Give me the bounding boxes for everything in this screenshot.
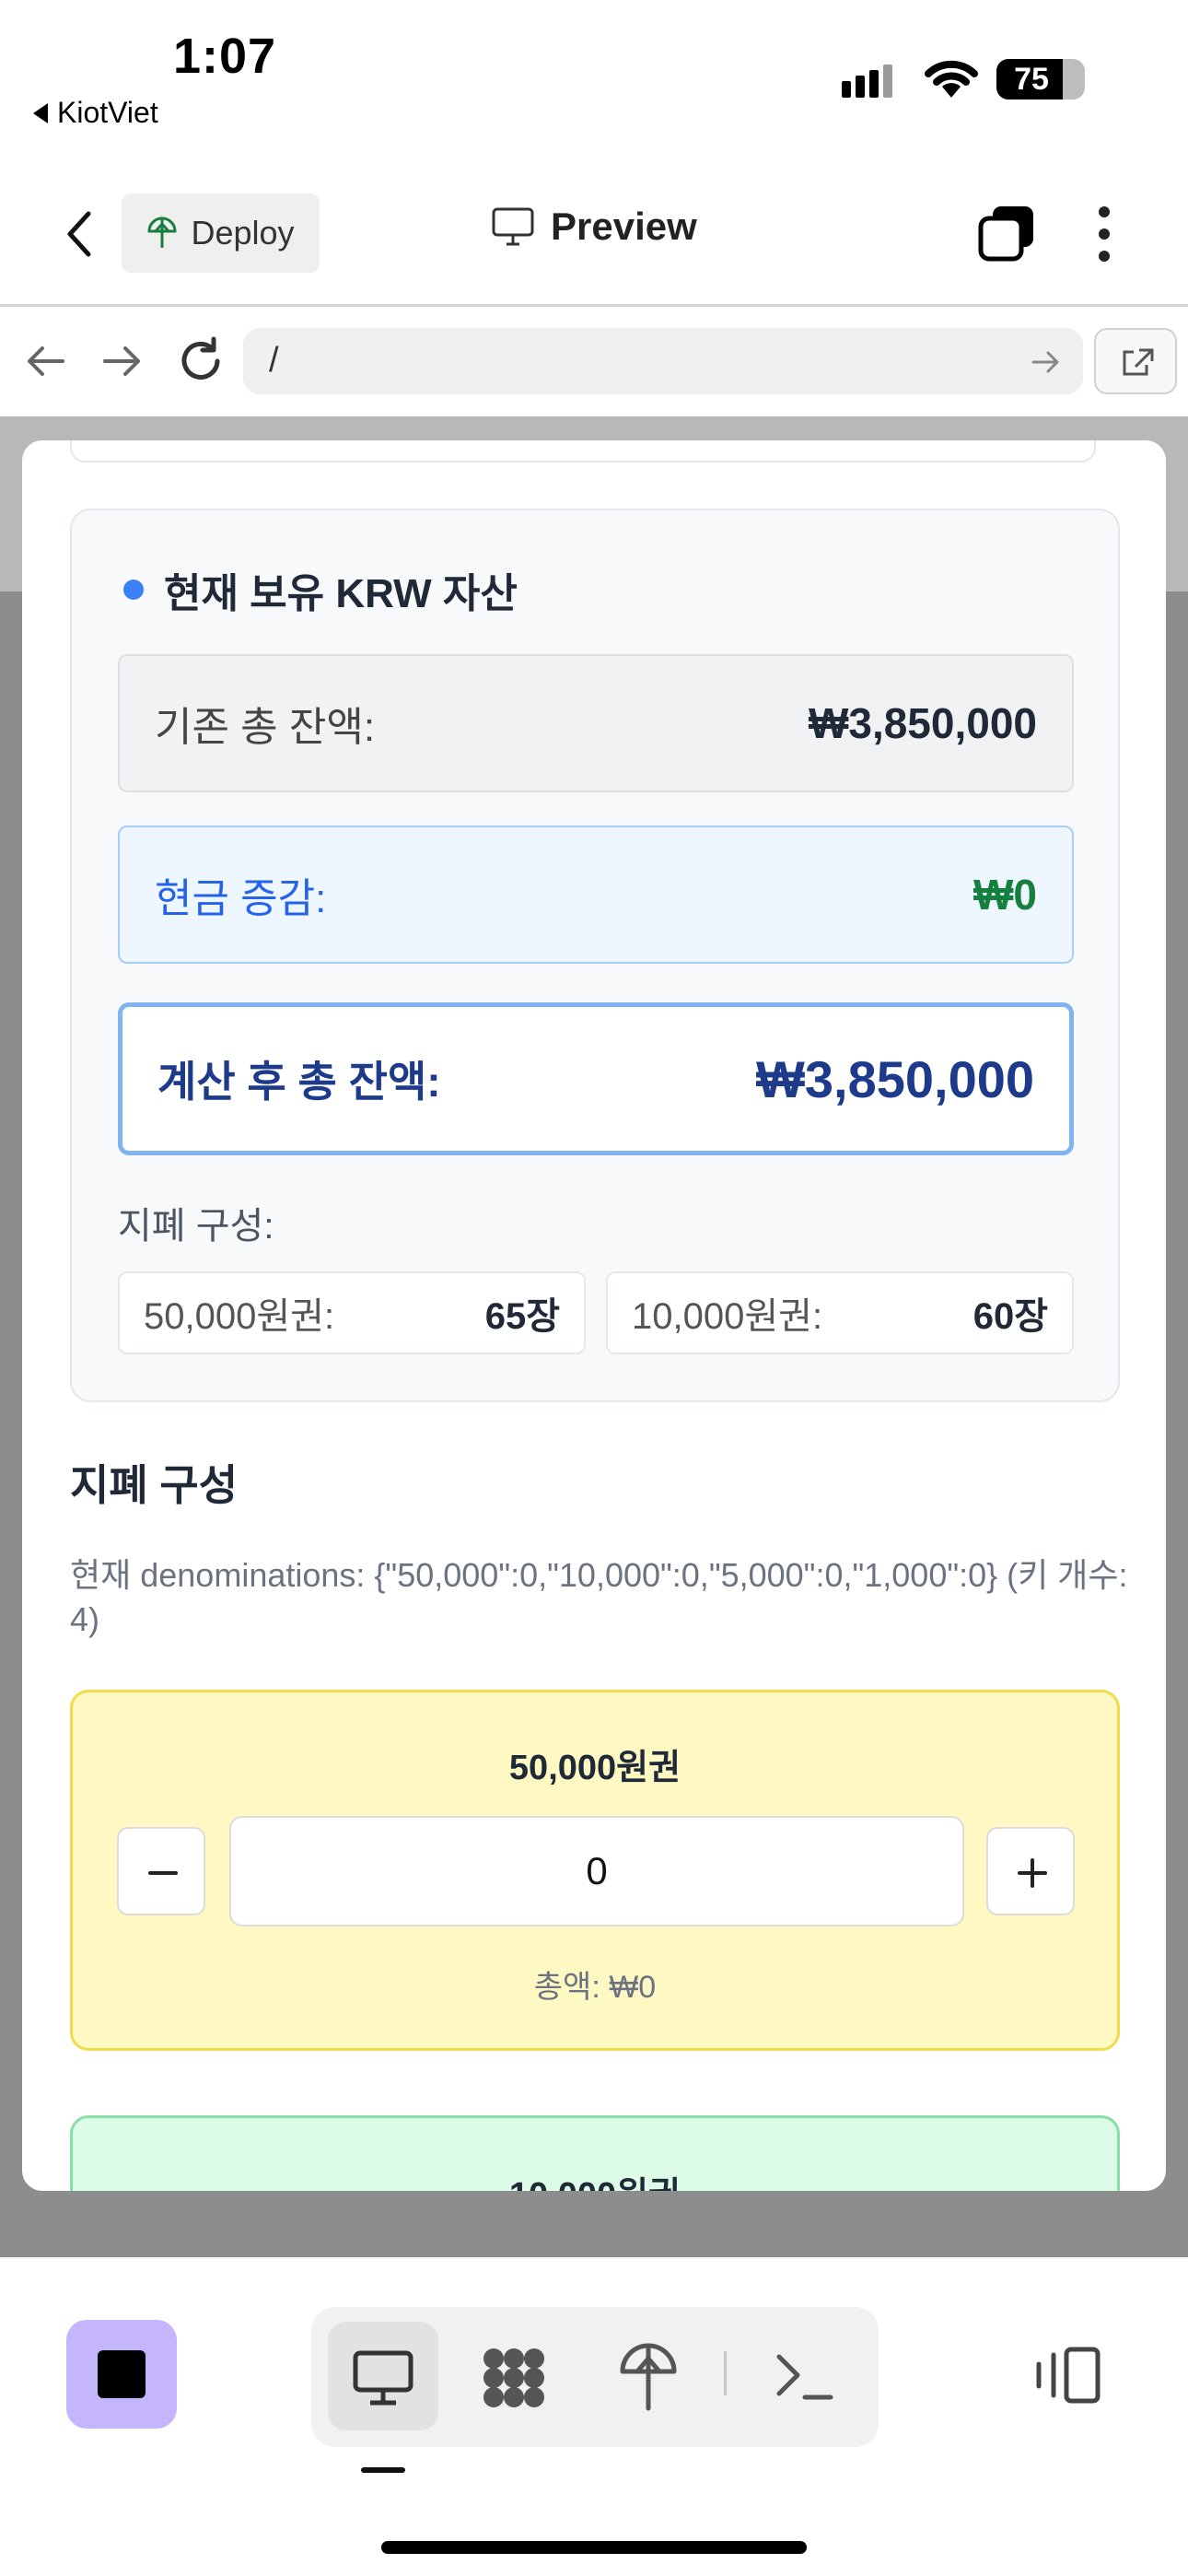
back-to-app-link[interactable]: KiotViet xyxy=(33,96,158,130)
denomination-chip: 50,000원권: 65장 xyxy=(118,1271,586,1354)
stop-button[interactable] xyxy=(66,2320,177,2429)
denominations-label: 지폐 구성: xyxy=(118,1206,274,1247)
wifi-icon xyxy=(925,60,978,98)
battery-tip xyxy=(1072,72,1079,87)
open-external-button[interactable] xyxy=(1094,328,1177,394)
url-input[interactable] xyxy=(243,328,1083,394)
battery-level: 75 xyxy=(1014,62,1049,97)
cash-change-label: 현금 증감: xyxy=(155,876,327,921)
header-divider xyxy=(0,304,1188,307)
denomination-chip: 10,000원권: 60장 xyxy=(606,1271,1074,1354)
modal-dialog[interactable]: 현재 보유 KRW 자산 기존 총 잔액: ₩3,850,000 현금 증감: … xyxy=(22,440,1166,2191)
plus-icon xyxy=(1018,1858,1047,1888)
monitor-icon xyxy=(353,2350,413,2406)
monitor-icon xyxy=(492,207,534,246)
minus-icon xyxy=(148,1871,178,1875)
denomination-name: 10,000원권: xyxy=(632,1296,823,1337)
more-vertical-icon[interactable] xyxy=(1092,206,1116,262)
active-tool-indicator xyxy=(361,2467,405,2473)
total-balance-label: 계산 후 총 잔액: xyxy=(157,1058,441,1106)
workflow-icon[interactable] xyxy=(477,2344,551,2412)
bill-section-title: 지폐 구성 xyxy=(70,1461,239,1509)
reload-icon[interactable] xyxy=(175,335,227,387)
denomination-name: 50,000원권: xyxy=(144,1296,335,1337)
bullet-dot-icon xyxy=(123,580,144,600)
increment-button[interactable] xyxy=(986,1827,1075,1915)
bill-card-10000: 10,000원권 xyxy=(70,2115,1120,2191)
asset-card-title: 현재 보유 KRW 자산 xyxy=(123,560,518,619)
tool-divider xyxy=(724,2351,727,2395)
total-balance-value: ₩3,850,000 xyxy=(756,1049,1034,1108)
previous-card-edge xyxy=(70,440,1096,463)
deploy-button[interactable]: Deploy xyxy=(122,193,320,273)
url-text: / xyxy=(269,341,279,380)
denominations-debug-text: 현재 denominations: {"50,000":0,"10,000":0… xyxy=(70,1556,1128,1638)
asset-title-text: 현재 보유 KRW 자산 xyxy=(164,571,518,616)
bill-total: 총액: ₩0 xyxy=(533,1970,657,2005)
deploy-label: Deploy xyxy=(191,214,295,252)
previous-balance-value: ₩3,850,000 xyxy=(808,699,1037,747)
previous-balance-label: 기존 총 잔액: xyxy=(155,705,376,750)
tool-preview-button[interactable] xyxy=(328,2322,438,2430)
back-app-label: KiotViet xyxy=(57,96,158,129)
total-balance-row: 계산 후 총 잔액: ₩3,850,000 xyxy=(118,1002,1074,1155)
home-indicator xyxy=(381,2541,807,2554)
bill-name: 50,000원권 xyxy=(508,1749,681,1787)
go-arrow-icon[interactable] xyxy=(1030,348,1063,376)
bill-name: 10,000원권 xyxy=(73,2166,1117,2191)
external-link-icon xyxy=(1123,348,1154,376)
arrow-right-icon[interactable] xyxy=(101,343,144,380)
previous-balance-row: 기존 총 잔액: ₩3,850,000 xyxy=(118,654,1074,792)
deploy-icon[interactable] xyxy=(619,2342,678,2412)
preview-label: Preview xyxy=(551,205,697,248)
cash-change-row: 현금 증감: ₩0 xyxy=(118,825,1074,964)
krw-asset-card: 현재 보유 KRW 자산 기존 총 잔액: ₩3,850,000 현금 증감: … xyxy=(70,509,1120,1402)
cash-change-value: ₩0 xyxy=(973,871,1037,919)
denomination-count: 60장 xyxy=(973,1296,1048,1337)
terminal-icon[interactable] xyxy=(774,2348,834,2405)
status-time: 1:07 xyxy=(173,29,277,84)
denomination-count: 65장 xyxy=(484,1296,560,1337)
decrement-button[interactable] xyxy=(117,1827,205,1915)
preview-title: Preview xyxy=(492,205,697,249)
stop-icon xyxy=(98,2350,146,2398)
arrow-left-icon[interactable] xyxy=(24,343,66,380)
tabs-icon[interactable] xyxy=(978,205,1035,262)
quantity-input[interactable]: 0 xyxy=(229,1816,964,1926)
panel-toggle-icon[interactable] xyxy=(1031,2346,1101,2405)
back-triangle-icon xyxy=(33,102,48,123)
deploy-icon xyxy=(147,217,177,248)
cellular-signal-icon xyxy=(842,64,892,98)
back-chevron-icon[interactable] xyxy=(61,208,98,260)
bill-card-50000: 50,000원권 0 총액: ₩0 xyxy=(70,1690,1120,2051)
